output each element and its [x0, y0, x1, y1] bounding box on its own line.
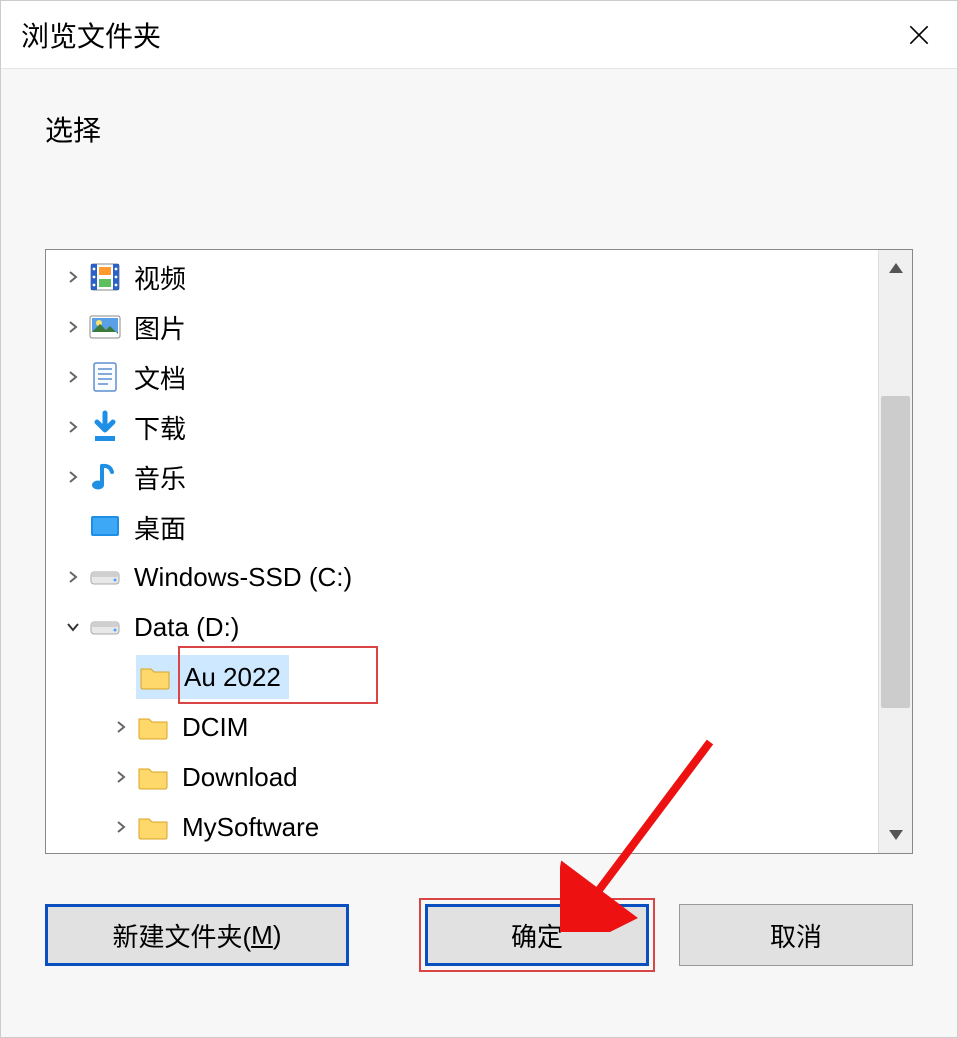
tree-item[interactable]: 图片: [46, 302, 878, 352]
chevron-right-icon[interactable]: [106, 820, 136, 834]
chevron-right-icon[interactable]: [106, 720, 136, 734]
folder-icon: [136, 710, 170, 744]
new-folder-button[interactable]: 新建文件夹(M): [45, 904, 349, 966]
tree-item-label: 视频: [134, 259, 186, 296]
chevron-right-icon[interactable]: [106, 770, 136, 784]
pictures-icon: [88, 310, 122, 344]
dialog-content: 选择 视频图片文档下载音乐桌面 Windows-SSD (C:) Data (D:)…: [1, 69, 957, 1037]
tree-item[interactable]: 桌面: [46, 502, 878, 552]
tree-item[interactable]: MySoftware: [46, 802, 878, 852]
chevron-right-icon[interactable]: [58, 420, 88, 434]
tree-item-label: MySoftware: [182, 812, 319, 843]
folder-icon: [136, 810, 170, 844]
tree-item[interactable]: 视频: [46, 252, 878, 302]
tree-item-label: Windows-SSD (C:): [134, 562, 352, 593]
scroll-down-arrow[interactable]: [879, 817, 912, 853]
tree-item[interactable]: 文档: [46, 352, 878, 402]
new-folder-label-suffix: ): [273, 920, 282, 951]
tree-item-label: Data (D:): [134, 612, 239, 643]
tree-item-label: 图片: [134, 309, 186, 346]
chevron-right-icon[interactable]: [58, 570, 88, 584]
drive-icon: [88, 610, 122, 644]
folder-icon: [138, 660, 172, 694]
close-icon: [906, 22, 932, 48]
tree-item-label: Download: [182, 762, 298, 793]
chevron-right-icon[interactable]: [58, 270, 88, 284]
tree-item[interactable]: Data (D:): [46, 602, 878, 652]
titlebar: 浏览文件夹: [1, 1, 957, 69]
tree-item[interactable]: 下载: [46, 402, 878, 452]
downloads-icon: [88, 410, 122, 444]
tree-item-label: 文档: [134, 359, 186, 396]
instruction-label: 选择: [45, 109, 913, 149]
scroll-track[interactable]: [879, 286, 912, 817]
tree-item-label: DCIM: [182, 712, 248, 743]
chevron-right-icon[interactable]: [58, 320, 88, 334]
chevron-down-icon[interactable]: [58, 620, 88, 634]
ok-button[interactable]: 确定: [425, 904, 649, 966]
annotation-ok-highlight: 确定: [419, 898, 655, 972]
folder-tree[interactable]: 视频图片文档下载音乐桌面 Windows-SSD (C:) Data (D:) Au …: [46, 250, 878, 853]
scrollbar[interactable]: [878, 250, 912, 853]
tree-item[interactable]: Download: [46, 752, 878, 802]
tree-item-label: 音乐: [134, 459, 186, 496]
scroll-thumb[interactable]: [881, 396, 910, 708]
chevron-right-icon[interactable]: [58, 370, 88, 384]
browse-folder-dialog: 浏览文件夹 选择 视频图片文档下载音乐桌面 Windows-SSD (C:) Dat…: [0, 0, 958, 1038]
music-icon: [88, 460, 122, 494]
tree-item[interactable]: Windows-SSD (C:): [46, 552, 878, 602]
tree-item-label: 下载: [134, 409, 186, 446]
drive-icon: [88, 560, 122, 594]
documents-icon: [88, 360, 122, 394]
folder-icon: [136, 760, 170, 794]
new-folder-label-prefix: 新建文件夹(: [112, 917, 251, 954]
tree-item-label: Au 2022: [184, 662, 281, 693]
desktop-icon: [88, 510, 122, 544]
button-row: 新建文件夹(M) 确定 取消: [45, 898, 913, 972]
tree-item[interactable]: DCIM: [46, 702, 878, 752]
video-icon: [88, 260, 122, 294]
tree-item[interactable]: 音乐: [46, 452, 878, 502]
scroll-up-arrow[interactable]: [879, 250, 912, 286]
folder-tree-container: 视频图片文档下载音乐桌面 Windows-SSD (C:) Data (D:) Au …: [45, 249, 913, 854]
new-folder-label-key: M: [251, 920, 273, 951]
tree-item-label: 桌面: [134, 509, 186, 546]
dialog-title: 浏览文件夹: [21, 15, 161, 55]
cancel-button[interactable]: 取消: [679, 904, 913, 966]
chevron-right-icon[interactable]: [58, 470, 88, 484]
tree-item[interactable]: Au 2022: [46, 652, 878, 702]
close-button[interactable]: [889, 5, 949, 65]
